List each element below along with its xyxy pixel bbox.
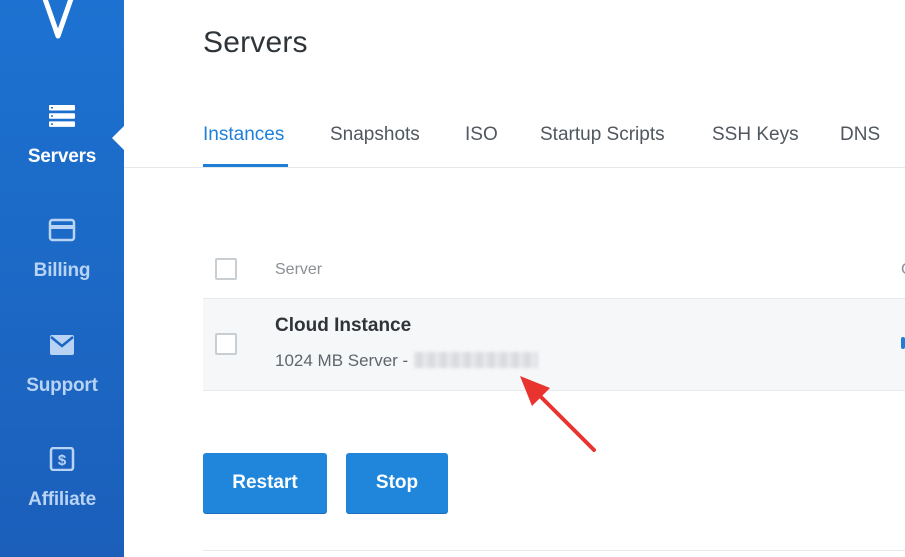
page-title: Servers — [203, 26, 308, 59]
tab-snapshots[interactable]: Snapshots — [330, 124, 420, 146]
column-header-truncated: C — [901, 261, 905, 279]
sidebar-item-label: Affiliate — [28, 489, 96, 510]
credit-card-icon — [48, 218, 76, 242]
tab-bar: Instances Snapshots ISO Startup Scripts … — [124, 118, 905, 168]
server-description: 1024 MB Server - — [275, 351, 539, 371]
server-stack-icon — [49, 105, 75, 127]
sidebar-item-support[interactable]: Support — [0, 333, 124, 397]
section-divider — [203, 550, 905, 551]
svg-text:$: $ — [58, 452, 67, 469]
app-root: Servers Billing Support $ Affiliate Serv… — [0, 0, 905, 557]
sidebar-item-servers[interactable]: Servers — [0, 104, 124, 168]
tab-instances[interactable]: Instances — [203, 124, 284, 146]
annotation-arrow-icon — [520, 376, 596, 452]
sidebar-item-billing[interactable]: Billing — [0, 218, 124, 282]
sidebar-item-label: Servers — [27, 146, 97, 167]
active-tab-underline — [203, 164, 288, 167]
select-all-checkbox[interactable] — [215, 258, 237, 280]
stop-button[interactable]: Stop — [346, 453, 448, 513]
vultr-logo[interactable] — [38, 0, 82, 40]
row-action-icon[interactable] — [901, 337, 905, 349]
server-name[interactable]: Cloud Instance — [275, 315, 411, 337]
restart-button[interactable]: Restart — [203, 453, 327, 513]
redacted-ip-address — [414, 352, 539, 368]
column-header-server[interactable]: Server — [275, 261, 322, 279]
row-select-checkbox[interactable] — [215, 333, 237, 355]
tab-iso[interactable]: ISO — [465, 124, 498, 146]
sidebar: Servers Billing Support $ Affiliate — [0, 0, 124, 557]
envelope-icon — [50, 335, 74, 355]
tab-startup-scripts[interactable]: Startup Scripts — [540, 124, 665, 146]
table-header: Server C — [203, 248, 905, 298]
sidebar-item-label: Billing — [33, 260, 91, 281]
dollar-tag-icon: $ — [49, 447, 75, 471]
server-spec-text: 1024 MB Server - — [275, 351, 409, 370]
sidebar-item-label: Support — [26, 375, 98, 396]
active-nav-indicator — [112, 126, 124, 150]
tab-dns[interactable]: DNS — [840, 124, 880, 146]
sidebar-item-affiliate[interactable]: $ Affiliate — [0, 447, 124, 511]
tab-ssh-keys[interactable]: SSH Keys — [712, 124, 799, 146]
